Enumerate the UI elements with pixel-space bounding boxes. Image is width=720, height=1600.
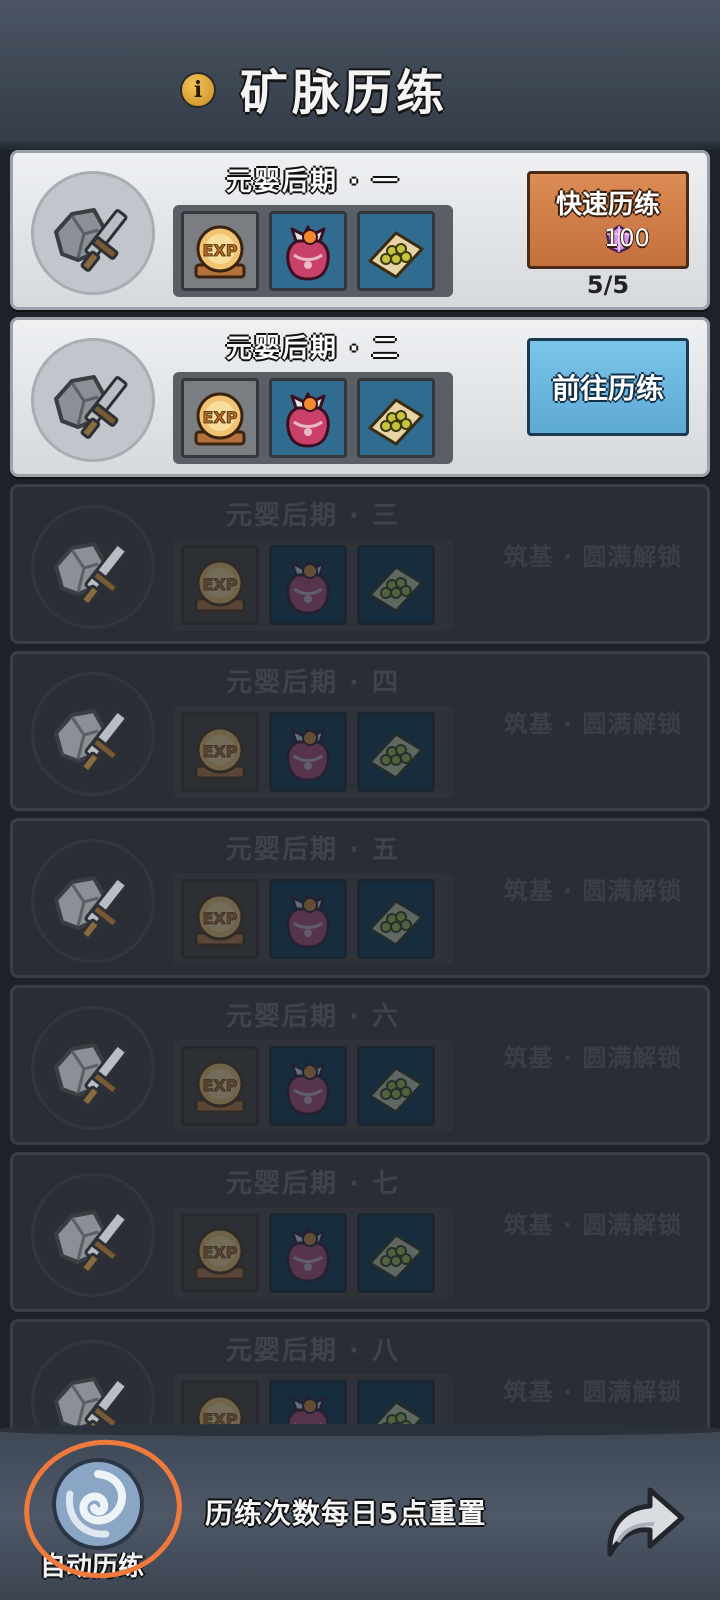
mine-row: 元婴后期 · 八 EXP 筑基 · 圆满解锁 [10, 1319, 710, 1430]
treasure-bag-icon[interactable] [269, 545, 347, 625]
ore-sword-icon [31, 171, 155, 295]
treasure-bag-icon[interactable] [269, 378, 347, 458]
treasure-bag-icon[interactable] [269, 1380, 347, 1430]
mine-row[interactable]: 元婴后期 · 二 EXP 前往历练 [10, 317, 710, 477]
unlock-requirement: 筑基 · 圆满解锁 [503, 1044, 683, 1072]
pill-tray-icon[interactable] [357, 378, 435, 458]
mine-row[interactable]: 元婴后期 · 一 EXP 快速历练 100 5/5 [10, 150, 710, 310]
ore-sword-icon [31, 1340, 155, 1430]
ore-sword-icon [31, 839, 155, 963]
unlock-requirement: 筑基 · 圆满解锁 [503, 877, 683, 905]
page-title: 矿脉历练 [240, 65, 449, 121]
auto-train-button[interactable]: 自动历练 [40, 1454, 160, 1584]
pill-tray-icon[interactable] [357, 1213, 435, 1293]
reward-slots: EXP [173, 873, 453, 965]
row-title: 元婴后期 · 一 [226, 167, 400, 197]
svg-text:EXP: EXP [203, 408, 238, 427]
treasure-bag-icon[interactable] [269, 712, 347, 792]
pill-tray-icon[interactable] [357, 879, 435, 959]
share-arrow-icon[interactable] [598, 1476, 688, 1566]
pill-tray-icon[interactable] [357, 1380, 435, 1430]
pill-tray-icon[interactable] [357, 545, 435, 625]
reward-slots: EXP [173, 205, 453, 297]
reward-slots: EXP [173, 539, 453, 631]
ore-sword-icon [31, 672, 155, 796]
svg-text:EXP: EXP [203, 241, 238, 260]
info-icon[interactable]: i [180, 72, 216, 108]
mine-row: 元婴后期 · 七 EXP 筑基 · 圆满解锁 [10, 1152, 710, 1312]
reward-slots: EXP [173, 1040, 453, 1132]
quick-train-button[interactable]: 快速历练 100 [527, 171, 689, 269]
treasure-bag-icon[interactable] [269, 1046, 347, 1126]
reset-notice: 历练次数每日5点重置 [205, 1497, 487, 1530]
row-title: 元婴后期 · 六 [226, 1002, 400, 1032]
mine-list[interactable]: 元婴后期 · 一 EXP 快速历练 100 5/5 元婴后期 · 二 EXP 前… [0, 150, 720, 1430]
exp-scroll-icon[interactable]: EXP [181, 1046, 259, 1126]
go-train-label: 前往历练 [551, 372, 664, 405]
row-title: 元婴后期 · 三 [226, 501, 400, 531]
exp-scroll-icon[interactable]: EXP [181, 378, 259, 458]
exp-scroll-icon[interactable]: EXP [181, 211, 259, 291]
exp-scroll-icon[interactable]: EXP [181, 712, 259, 792]
unlock-requirement: 筑基 · 圆满解锁 [503, 1211, 683, 1239]
row-title: 元婴后期 · 二 [226, 334, 400, 364]
pill-tray-icon[interactable] [357, 211, 435, 291]
mine-row: 元婴后期 · 六 EXP 筑基 · 圆满解锁 [10, 985, 710, 1145]
reward-slots: EXP [173, 1374, 453, 1430]
ore-sword-icon [31, 338, 155, 462]
unlock-requirement: 筑基 · 圆满解锁 [503, 710, 683, 738]
svg-text:EXP: EXP [203, 575, 238, 594]
row-title: 元婴后期 · 四 [226, 668, 400, 698]
exp-scroll-icon[interactable]: EXP [181, 545, 259, 625]
ore-sword-icon [31, 505, 155, 629]
row-title: 元婴后期 · 八 [226, 1336, 400, 1366]
svg-text:EXP: EXP [203, 1243, 238, 1262]
unlock-requirement: 筑基 · 圆满解锁 [503, 1378, 683, 1406]
remaining-count: 5/5 [586, 271, 630, 299]
svg-text:EXP: EXP [203, 742, 238, 761]
treasure-bag-icon[interactable] [269, 211, 347, 291]
pill-tray-icon[interactable] [357, 1046, 435, 1126]
reward-slots: EXP [173, 372, 453, 464]
swirl-icon [52, 1458, 144, 1550]
row-title: 元婴后期 · 七 [226, 1169, 400, 1199]
reward-slots: EXP [173, 706, 453, 798]
exp-scroll-icon[interactable]: EXP [181, 1213, 259, 1293]
row-title: 元婴后期 · 五 [226, 835, 400, 865]
exp-scroll-icon[interactable]: EXP [181, 1380, 259, 1430]
treasure-bag-icon[interactable] [269, 1213, 347, 1293]
quick-train-label: 快速历练 [555, 190, 660, 220]
cost-value: 100 [604, 224, 650, 252]
mine-row: 元婴后期 · 三 EXP 筑基 · 圆满解锁 [10, 484, 710, 644]
pill-tray-icon[interactable] [357, 712, 435, 792]
header-bar: i 矿脉历练 [0, 0, 720, 150]
reward-slots: EXP [173, 1207, 453, 1299]
exp-scroll-icon[interactable]: EXP [181, 879, 259, 959]
treasure-bag-icon[interactable] [269, 879, 347, 959]
svg-text:EXP: EXP [203, 909, 238, 928]
auto-train-label: 自动历练 [40, 1552, 145, 1582]
unlock-requirement: 筑基 · 圆满解锁 [503, 543, 683, 571]
go-train-button[interactable]: 前往历练 [527, 338, 689, 436]
mine-row: 元婴后期 · 四 EXP 筑基 · 圆满解锁 [10, 651, 710, 811]
mine-row: 元婴后期 · 五 EXP 筑基 · 圆满解锁 [10, 818, 710, 978]
svg-text:EXP: EXP [203, 1076, 238, 1095]
ore-sword-icon [31, 1173, 155, 1297]
footer-bar: 自动历练 历练次数每日5点重置 [0, 1424, 720, 1600]
ore-sword-icon [31, 1006, 155, 1130]
